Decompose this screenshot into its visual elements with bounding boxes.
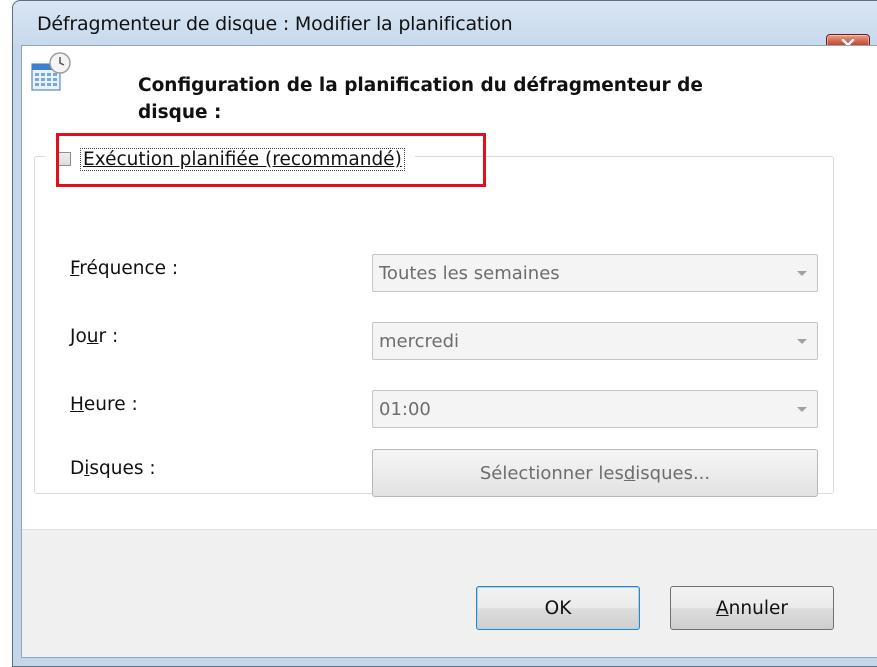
highlight-annotation xyxy=(56,133,486,187)
chevron-down-icon xyxy=(797,407,807,412)
chevron-down-icon xyxy=(797,271,807,276)
window-title: Défragmenteur de disque : Modifier la pl… xyxy=(37,13,513,35)
ok-button[interactable]: OK xyxy=(476,586,640,630)
day-value: mercredi xyxy=(379,331,460,352)
time-select[interactable]: 01:00 xyxy=(372,390,818,428)
frequency-select[interactable]: Toutes les semaines xyxy=(372,254,818,292)
day-select[interactable]: mercredi xyxy=(372,322,818,360)
chevron-down-icon xyxy=(797,339,807,344)
title-bar[interactable]: Défragmenteur de disque : Modifier la pl… xyxy=(13,1,877,45)
cancel-button[interactable]: Annuler xyxy=(670,586,834,630)
select-disks-button[interactable]: Sélectionner les d isques... xyxy=(372,449,818,497)
time-value: 01:00 xyxy=(379,399,431,420)
frequency-value: Toutes les semaines xyxy=(379,263,560,284)
disks-label: Disques : xyxy=(70,458,156,479)
page-title: Configuration de la planification du déf… xyxy=(138,75,703,123)
time-label: Heure : xyxy=(70,394,138,415)
frequency-label: Fréquence : xyxy=(70,258,179,279)
calendar-clock-icon xyxy=(31,52,71,91)
day-label: Jour : xyxy=(70,326,119,347)
